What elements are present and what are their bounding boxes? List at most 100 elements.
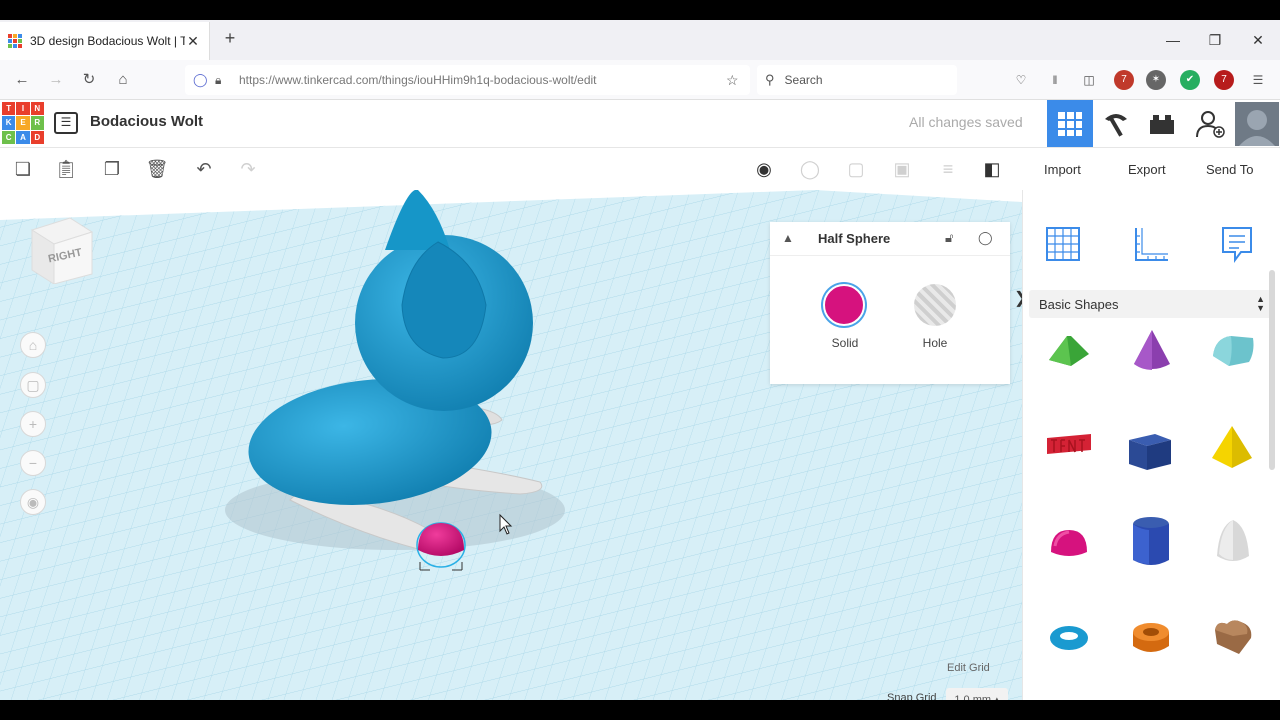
nav-bar: ← → ↻ ⌂ ◯ 🔒︎ https://www.tinkercad.com/t… — [0, 60, 1280, 100]
solid-color-swatch[interactable] — [823, 284, 865, 326]
blocks-button[interactable] — [1093, 100, 1139, 147]
extension-red-icon[interactable]: 7 — [1114, 70, 1134, 90]
restore-icon[interactable]: ❐ — [1200, 28, 1230, 52]
shape-polygon[interactable] — [1127, 514, 1175, 565]
zoom-in-icon[interactable]: + — [20, 411, 46, 437]
padlock-icon[interactable]: 🔒︎ — [215, 73, 229, 88]
edit-grid-button[interactable]: Edit Grid — [947, 662, 990, 674]
mirror-icon[interactable]: ◧ — [977, 154, 1007, 184]
menu-icon[interactable]: ☰ — [1248, 70, 1268, 90]
window-close-icon[interactable]: ✕ — [1243, 28, 1273, 52]
library-icon[interactable]: ‖ — [1045, 70, 1065, 90]
hole-label: Hole — [922, 336, 948, 350]
send-to-button[interactable]: Send To — [1206, 156, 1253, 182]
view-cube[interactable]: RIGHT — [30, 212, 94, 285]
tinkercad-logo[interactable]: TIN KER CAD — [2, 102, 44, 144]
hole-swatch[interactable] — [914, 284, 956, 326]
sidebar-icon[interactable]: ◫ — [1079, 70, 1099, 90]
search-placeholder: Search — [784, 73, 823, 87]
pocket-icon[interactable]: ♡ — [1011, 70, 1031, 90]
shape-name: Half Sphere — [818, 231, 891, 246]
group-icon[interactable]: ▢ — [841, 154, 871, 184]
workplane[interactable]: RIGHT ⌂ ▢ + − ◉ ▲ Half Sphere 🔓︎ ◯ Solid… — [0, 190, 1022, 700]
edit-toolbar: ❏ 📋︎ ❐ 🗑︎ ↶ ↷ ◉ ◯ ▢ ▣ ≡ ◧ Import Export … — [0, 148, 1280, 190]
url-text[interactable]: https://www.tinkercad.com/things/iouHHim… — [239, 73, 726, 87]
new-tab-button[interactable]: + — [220, 28, 240, 52]
back-icon[interactable]: ← — [10, 68, 34, 92]
lightbulb-icon[interactable]: ◯ — [978, 230, 993, 246]
perspective-icon[interactable]: ◉ — [20, 489, 46, 515]
cone-icon — [1134, 330, 1170, 370]
search-input[interactable]: ⚲ Search — [757, 65, 957, 95]
shape-roof[interactable] — [1045, 326, 1093, 374]
tab-strip: 3D design Bodacious Wolt | Tinkercad ✕ +… — [0, 20, 1280, 60]
shape-category-select[interactable]: Basic Shapes ▲ ▼ — [1029, 290, 1273, 318]
shape-half-sphere[interactable] — [1045, 518, 1093, 566]
paraboloid-icon — [1217, 520, 1249, 561]
tab-title: 3D design Bodacious Wolt | Tinkercad — [30, 34, 185, 48]
ruler-tool[interactable] — [1130, 224, 1170, 264]
extension-gray-icon[interactable]: ✶ — [1146, 70, 1166, 90]
ublock-icon[interactable]: 7 — [1214, 70, 1234, 90]
torus-icon — [1050, 626, 1088, 650]
design-name[interactable]: Bodacious Wolt — [90, 113, 203, 130]
user-avatar-icon — [1235, 101, 1279, 146]
import-button[interactable]: Import — [1044, 156, 1081, 182]
solid-label: Solid — [831, 336, 859, 350]
screen: 3D design Bodacious Wolt | Tinkercad ✕ +… — [0, 20, 1280, 700]
tinkercad-favicon-icon — [8, 34, 22, 48]
panel-scrollbar[interactable] — [1269, 270, 1275, 470]
inspector-header: ▲ Half Sphere 🔓︎ ◯ — [770, 222, 1010, 256]
roof-icon — [1049, 336, 1089, 366]
shape-tube[interactable] — [1127, 614, 1175, 662]
home-view-icon[interactable]: ⌂ — [20, 332, 46, 358]
zoom-out-icon[interactable]: − — [20, 450, 46, 476]
text-shape-icon — [1047, 434, 1091, 454]
ruler-icon — [1135, 228, 1168, 261]
align-icon[interactable]: ≡ — [933, 154, 963, 184]
half-sphere-icon — [1051, 530, 1087, 556]
delete-icon[interactable]: 🗑︎ — [142, 154, 172, 184]
avatar[interactable] — [1234, 100, 1280, 147]
shape-round-roof[interactable] — [1209, 326, 1257, 374]
notes-tool[interactable] — [1217, 224, 1257, 264]
heart-icon — [1215, 620, 1252, 654]
shape-pyramid[interactable] — [1208, 422, 1256, 470]
bricks-button[interactable] — [1139, 100, 1185, 147]
shape-torus[interactable] — [1045, 614, 1093, 662]
extension-green-icon[interactable]: ✔ — [1180, 70, 1200, 90]
redo-icon[interactable]: ↷ — [233, 154, 263, 184]
shape-paraboloid[interactable] — [1209, 516, 1257, 564]
collapse-icon[interactable]: ▲ — [782, 231, 794, 245]
shape-heart[interactable] — [1209, 614, 1257, 662]
box-icon — [1129, 434, 1171, 470]
pyramid-icon — [1212, 426, 1252, 468]
bookmark-star-icon[interactable]: ☆ — [726, 72, 750, 89]
shape-text[interactable] — [1045, 420, 1093, 468]
duplicate-icon[interactable]: ❐ — [97, 154, 127, 184]
home-icon[interactable]: ⌂ — [111, 68, 135, 92]
3d-view-button[interactable] — [1047, 100, 1093, 147]
undo-icon[interactable]: ↶ — [189, 154, 219, 184]
hide-icon[interactable]: ◯ — [795, 154, 825, 184]
design-menu-icon[interactable]: ☰ — [54, 112, 78, 134]
url-bar[interactable]: ◯ 🔒︎ https://www.tinkercad.com/things/io… — [185, 65, 750, 95]
workplane-tool[interactable] — [1043, 224, 1083, 264]
tracking-shield-icon[interactable]: ◯ — [193, 72, 208, 88]
copy-icon[interactable]: ❏ — [8, 154, 38, 184]
shape-box[interactable] — [1125, 426, 1173, 474]
tab-close-icon[interactable]: ✕ — [185, 33, 201, 50]
shape-cone[interactable] — [1128, 326, 1176, 374]
ungroup-icon[interactable]: ▣ — [887, 154, 917, 184]
lock-icon[interactable]: 🔓︎ — [945, 230, 953, 246]
minimize-icon[interactable]: — — [1158, 28, 1188, 52]
paste-icon[interactable]: 📋︎ — [51, 154, 81, 184]
fit-view-icon[interactable]: ▢ — [20, 372, 46, 398]
show-all-icon[interactable]: ◉ — [749, 154, 779, 184]
add-user-button[interactable] — [1187, 100, 1233, 147]
forward-icon[interactable]: → — [44, 68, 68, 92]
browser-tab[interactable]: 3D design Bodacious Wolt | Tinkercad ✕ — [0, 22, 210, 60]
snap-grid-select[interactable]: 1.0 mm ▴ — [946, 688, 1008, 700]
export-button[interactable]: Export — [1128, 156, 1166, 182]
reload-icon[interactable]: ↻ — [77, 68, 101, 92]
